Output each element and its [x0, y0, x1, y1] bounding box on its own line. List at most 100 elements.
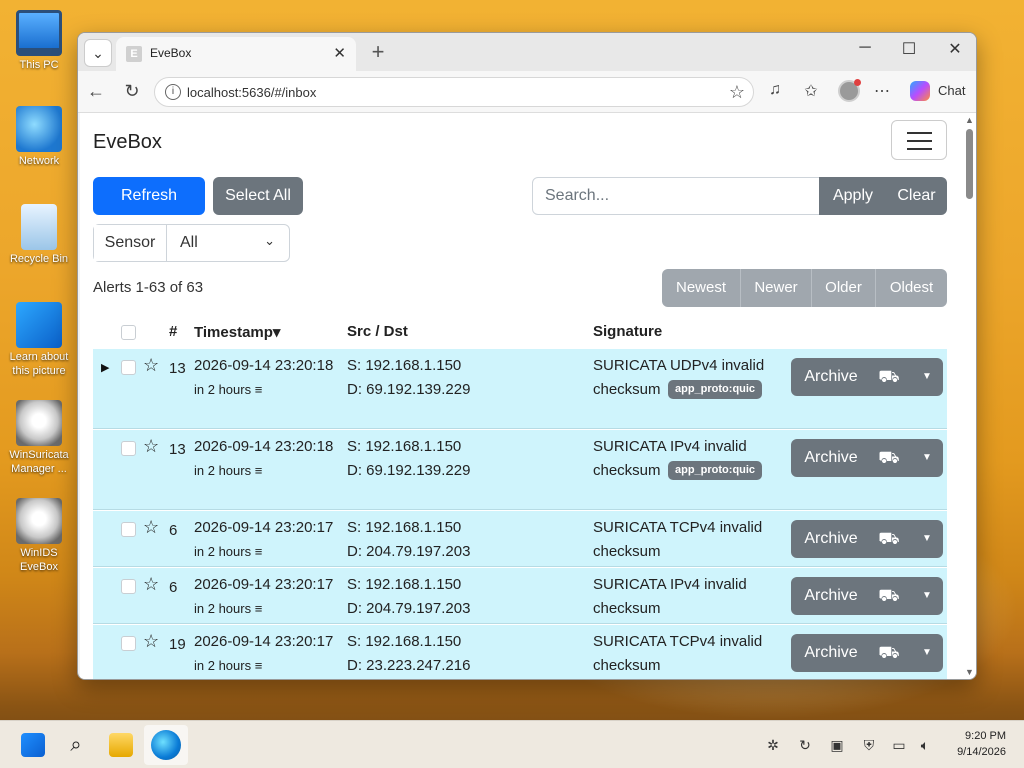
filter-lines-icon[interactable]: ≡ — [255, 658, 263, 673]
network-tray-icon[interactable]: ▭ — [890, 737, 908, 754]
sensor-select[interactable]: Sensor All ⌄ — [93, 224, 290, 262]
filter-lines-icon[interactable]: ≡ — [255, 544, 263, 559]
desktop-icons: This PC Network Recycle Bin Learn about … — [0, 0, 80, 720]
app-tray-icon[interactable]: ▣ — [828, 737, 846, 754]
caret-down-icon[interactable]: ▼ — [917, 634, 937, 672]
archive-button[interactable]: Archive — [791, 520, 871, 558]
star-icon[interactable]: ☆ — [143, 631, 159, 652]
clock-time: 9:20 PM — [965, 730, 1006, 742]
wolf-tray-icon[interactable]: ✲ — [764, 737, 782, 754]
row-actions: Archive ⛟ ▼ — [791, 358, 943, 396]
edge-browser-icon[interactable] — [151, 730, 181, 760]
desktop-icon-this-pc[interactable]: This PC — [4, 10, 74, 72]
signature-line2: checksum — [593, 462, 661, 479]
desktop-icon-recycle-bin[interactable]: Recycle Bin — [4, 204, 74, 266]
alert-row[interactable]: ☆ 19 2026-09-14 23:20:17 in 2 hours ≡ S:… — [93, 625, 947, 679]
row-checkbox[interactable] — [121, 441, 136, 456]
star-icon[interactable]: ☆ — [143, 574, 159, 595]
tab-actions-menu-button[interactable]: ⌄ — [84, 39, 112, 67]
archive-button[interactable]: Archive — [791, 358, 871, 396]
relative-time-text: in 2 hours — [194, 544, 252, 559]
search-icon[interactable]: ⌕ — [64, 733, 88, 757]
newer-button[interactable]: Newer — [741, 269, 812, 307]
new-tab-button[interactable]: + — [366, 39, 390, 65]
escalate-icon[interactable]: ⛟ — [877, 641, 901, 665]
security-shield-icon[interactable]: ⛨ — [860, 737, 878, 754]
sync-tray-icon[interactable]: ↻ — [796, 737, 814, 754]
more-menu-icon[interactable]: ⋯ — [871, 81, 893, 101]
caret-down-icon[interactable]: ▼ — [917, 439, 937, 477]
media-icon[interactable]: ♫ — [764, 81, 786, 99]
filter-lines-icon[interactable]: ≡ — [255, 463, 263, 478]
volume-icon[interactable]: 🔈︎ — [916, 737, 934, 754]
brand-title[interactable]: EveBox — [93, 131, 162, 154]
older-button[interactable]: Older — [812, 269, 876, 307]
select-all-button[interactable]: Select All — [213, 177, 303, 215]
desktop-icon-label: Learn about this picture — [9, 351, 69, 377]
row-checkbox[interactable] — [121, 636, 136, 651]
escalate-icon[interactable]: ⛟ — [877, 584, 901, 608]
close-window-button[interactable]: ✕ — [943, 39, 967, 59]
escalate-icon[interactable]: ⛟ — [877, 365, 901, 389]
site-info-icon[interactable]: i — [165, 84, 181, 100]
alert-row[interactable]: ☆ 13 2026-09-14 23:20:18 in 2 hours ≡ S:… — [93, 430, 947, 510]
desktop-icon-network[interactable]: Network — [4, 106, 74, 168]
navbar-toggle-button[interactable] — [891, 120, 947, 160]
escalate-icon[interactable]: ⛟ — [877, 527, 901, 551]
chat-label[interactable]: Chat — [938, 83, 965, 98]
tab-evebox[interactable]: E EveBox ✕ — [116, 37, 356, 71]
row-checkbox[interactable] — [121, 522, 136, 537]
filter-lines-icon[interactable]: ≡ — [255, 601, 263, 616]
desktop-icon-winids-evebox[interactable]: WinIDS EveBox — [4, 498, 74, 574]
star-icon[interactable]: ☆ — [143, 517, 159, 538]
row-checkbox[interactable] — [121, 360, 136, 375]
back-button[interactable]: ← — [84, 81, 108, 102]
sensor-label: Sensor — [94, 225, 167, 261]
alert-row[interactable]: ▶ ☆ 13 2026-09-14 23:20:18 in 2 hours ≡ … — [93, 349, 947, 429]
minimize-button[interactable]: ─ — [853, 39, 877, 57]
archive-button[interactable]: Archive — [791, 439, 871, 477]
caret-down-icon[interactable]: ▼ — [917, 520, 937, 558]
filter-lines-icon[interactable]: ≡ — [255, 382, 263, 397]
desktop-icon-learn-picture[interactable]: Learn about this picture — [4, 302, 74, 378]
newest-button[interactable]: Newest — [662, 269, 741, 307]
scroll-down-icon[interactable]: ▼ — [965, 667, 974, 677]
url-field[interactable]: i localhost:5636/#/inbox ☆ — [154, 77, 754, 107]
archive-button[interactable]: Archive — [791, 577, 871, 615]
caret-down-icon[interactable]: ▼ — [917, 577, 937, 615]
col-timestamp[interactable]: Timestamp▾ — [194, 323, 280, 341]
star-icon[interactable]: ☆ — [143, 436, 159, 457]
alert-row[interactable]: ☆ 6 2026-09-14 23:20:17 in 2 hours ≡ S: … — [93, 568, 947, 624]
desktop-icon-label: WinIDS EveBox — [20, 547, 58, 573]
escalate-icon[interactable]: ⛟ — [877, 446, 901, 470]
scroll-up-icon[interactable]: ▲ — [965, 115, 974, 125]
profile-avatar[interactable] — [838, 79, 861, 102]
close-tab-icon[interactable]: ✕ — [333, 44, 346, 62]
scrollbar-thumb[interactable] — [966, 129, 973, 199]
favorite-star-icon[interactable]: ☆ — [729, 82, 745, 103]
clear-button[interactable]: Clear — [886, 177, 947, 215]
windows-start-icon[interactable] — [21, 733, 45, 757]
apply-button[interactable]: Apply — [819, 177, 887, 215]
row-checkbox[interactable] — [121, 579, 136, 594]
star-icon[interactable]: ☆ — [143, 355, 159, 376]
desktop-icon-winsuricata[interactable]: WinSuricata Manager ... — [4, 400, 74, 476]
favorites-icon[interactable]: ✩ — [800, 81, 822, 101]
reload-button[interactable]: ↻ — [120, 81, 144, 102]
file-explorer-icon[interactable] — [109, 733, 133, 757]
system-clock[interactable]: 9:20 PM 9/14/2026 — [957, 728, 1006, 760]
maximize-button[interactable]: ☐ — [897, 39, 921, 59]
copilot-icon[interactable] — [910, 81, 930, 101]
archive-button[interactable]: Archive — [791, 634, 871, 672]
caret-down-icon[interactable]: ▼ — [917, 358, 937, 396]
desktop-icon-label: WinSuricata Manager ... — [9, 449, 69, 475]
alert-row[interactable]: ☆ 6 2026-09-14 23:20:17 in 2 hours ≡ S: … — [93, 511, 947, 567]
expand-caret-icon[interactable]: ▶ — [101, 361, 109, 374]
oldest-button[interactable]: Oldest — [876, 269, 947, 307]
relative-time: in 2 hours ≡ — [194, 658, 262, 673]
page-scrollbar[interactable]: ▲ ▼ — [963, 113, 976, 679]
hamburger-bar — [907, 148, 932, 150]
search-input[interactable] — [532, 177, 820, 215]
select-all-checkbox[interactable] — [121, 325, 136, 340]
refresh-button[interactable]: Refresh — [93, 177, 205, 215]
